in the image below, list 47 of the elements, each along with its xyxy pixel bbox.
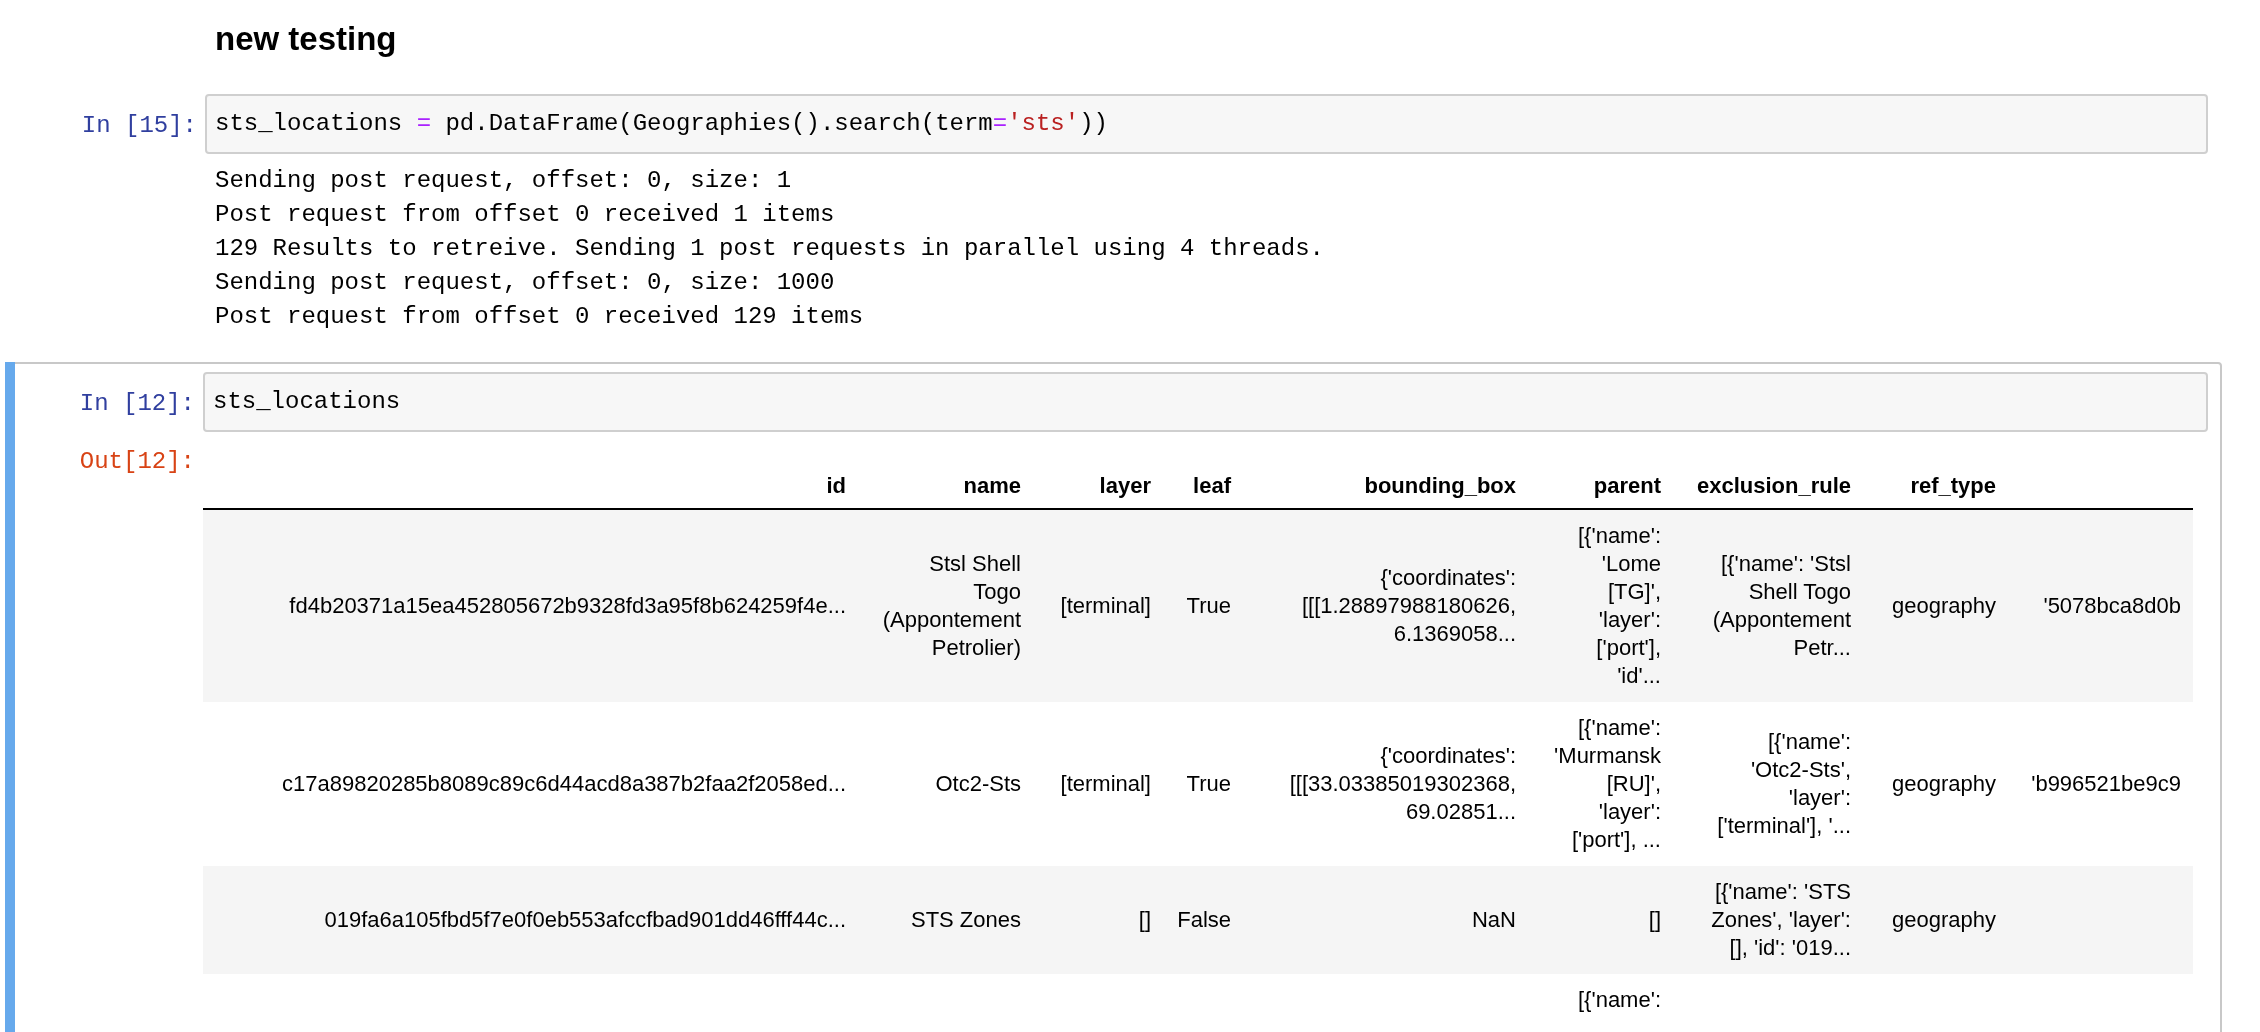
column-header: ref_type xyxy=(1910,472,1996,498)
table-cell: fd4b20371a15ea452805672b9328fd3a95f8b624259f4e... xyxy=(289,592,846,618)
table-cell: [{'name': 'Stsl Shell Togo (Appontement Petr... xyxy=(1712,550,1851,660)
notebook-cell[interactable] xyxy=(5,361,2222,1032)
output-line: Sending post request, offset: 0, size: 1 xyxy=(215,165,793,196)
table-cell: Stsl Shell Togo (Appontement Petrolier) xyxy=(882,550,1021,660)
output-line: Post request from offset 0 received 1 items xyxy=(215,199,836,230)
column-header: bounding_box xyxy=(1364,472,1516,498)
table-cell: [] xyxy=(1648,906,1661,932)
table-cell: [terminal] xyxy=(1060,770,1151,796)
input-prompt: In [12]: xyxy=(79,389,195,417)
table-cell: '5078bca8d0b xyxy=(2043,592,2181,618)
column-header: layer xyxy=(1099,472,1151,498)
table-cell: [{'name': xyxy=(1578,986,1661,1012)
table-cell: {'coordinates': [[[33.03385019302368, 69.02851... xyxy=(1289,742,1516,824)
output-prompt: Out[12]: xyxy=(79,447,195,475)
output-line: 129 Results to retreive. Sending 1 post requests in parallel using 4 threads. xyxy=(215,233,1325,264)
table-cell: [terminal] xyxy=(1060,592,1151,618)
table-cell: True xyxy=(1186,592,1231,618)
table-cell: [] xyxy=(1138,906,1151,932)
table-cell: [{'name': 'Otc2-Sts', 'layer': ['terminal'], '... xyxy=(1717,728,1851,838)
table-cell: True xyxy=(1186,770,1231,796)
table-cell: 019fa6a105fbd5f7e0f0eb553afccfbad901dd46fff44c... xyxy=(324,906,846,932)
column-header: id xyxy=(826,472,846,498)
table-cell: [{'name': 'Murmansk [RU]', 'layer': ['port'], ... xyxy=(1554,714,1661,852)
column-header: exclusion_rule xyxy=(1696,472,1851,498)
table-cell: [{'name': 'STS Zones', 'layer': [], 'id': '019... xyxy=(1711,878,1851,960)
table-cell: geography xyxy=(1892,592,1996,618)
table-cell: geography xyxy=(1892,906,1996,932)
table-cell: {'coordinates': [[[1.28897988180626, 6.1369058... xyxy=(1301,564,1516,646)
code-input[interactable]: sts_locations xyxy=(203,371,2208,432)
input-prompt: In [15]: xyxy=(81,111,197,139)
code-input[interactable]: sts_locations = pd.DataFrame(Geographies().search(term='sts')) xyxy=(205,93,2208,154)
table-cell: 'b996521be9c9 xyxy=(2031,770,2181,796)
column-header: leaf xyxy=(1193,472,1231,498)
output-line: Post request from offset 0 received 129 items xyxy=(215,301,865,332)
table-cell: STS Zones xyxy=(910,906,1021,932)
section-heading: new testing xyxy=(215,19,398,59)
table-cell: Otc2-Sts xyxy=(935,770,1021,796)
column-header: name xyxy=(963,472,1021,498)
output-line: Sending post request, offset: 0, size: 1000 xyxy=(215,267,836,298)
table-cell: [{'name': 'Lome [TG]', 'layer': ['port'], 'id'... xyxy=(1578,522,1661,688)
table-cell: c17a89820285b8089c89c6d44acd8a387b2faa2f2058ed... xyxy=(282,770,846,796)
column-header: parent xyxy=(1593,472,1661,498)
table-cell: False xyxy=(1177,906,1231,932)
table-cell: NaN xyxy=(1472,906,1516,932)
table-cell: geography xyxy=(1892,770,1996,796)
